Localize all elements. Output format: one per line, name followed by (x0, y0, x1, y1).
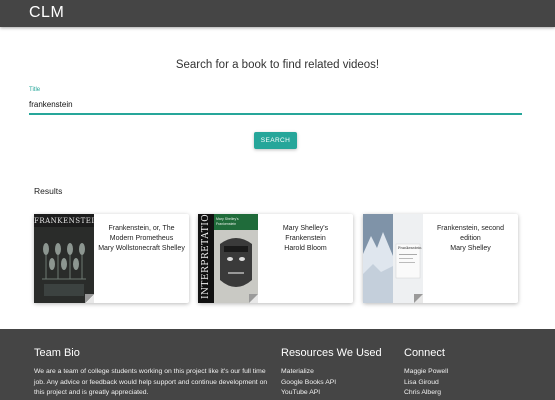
book-author: Mary Wollstonecraft Shelley (98, 245, 185, 252)
title-field-label: Title (29, 87, 41, 93)
connect-link-maggie-powell[interactable]: Maggie Powell (404, 367, 448, 378)
title-search-input[interactable] (29, 96, 522, 114)
book-cover-image: INTERPRETATIONS Mary Shelley's Frankenst… (198, 214, 258, 303)
book-title: Frankenstein, or, The Modern Prometheus (108, 225, 175, 242)
resource-link-youtube-api[interactable]: YouTube API (281, 388, 336, 399)
resource-link-google-books-api[interactable]: Google Books API (281, 378, 336, 389)
book-cover-image: FRANKENSTEIN (34, 214, 94, 303)
resource-link-materialize[interactable]: Materialize (281, 367, 336, 378)
resources-heading: Resources We Used (281, 347, 382, 359)
resources-list: Materialize Google Books API YouTube API (281, 367, 336, 399)
search-button[interactable]: SEARCH (254, 132, 297, 149)
page-curl-icon (249, 294, 258, 303)
page-headline: Search for a book to find related videos… (175, 59, 380, 71)
connect-heading: Connect (404, 347, 445, 359)
book-cover-series: INTERPRETATIONS (201, 214, 211, 299)
book-title: Mary Shelley's Frankenstein (282, 225, 329, 242)
book-cover-image: Frankenstein (363, 214, 423, 303)
results-heading: Results (34, 186, 63, 196)
connect-link-lisa-giroud[interactable]: Lisa Giroud (404, 378, 448, 389)
book-author: Harold Bloom (284, 245, 327, 252)
page-curl-icon (85, 294, 94, 303)
team-bio-text: We are a team of college students workin… (34, 368, 268, 396)
book-card-3[interactable]: Frankenstein Frankenstein, second editio… (363, 214, 518, 303)
navbar: CLM (0, 0, 555, 27)
page-curl-icon (414, 294, 423, 303)
book-card-2[interactable]: INTERPRETATIONS Mary Shelley's Frankenst… (198, 214, 353, 303)
book-cover-small-title: Mary Shelley's Frankenstein (216, 217, 239, 226)
book-title: Frankenstein, second edition (437, 225, 504, 242)
book-card-1[interactable]: FRANKENSTEIN Frankenstein, or, The Moder… (34, 214, 189, 303)
book-cover-title: Frankenstein (398, 246, 422, 250)
team-bio-heading: Team Bio (34, 347, 80, 359)
connect-list: Maggie Powell Lisa Giroud Chris Alberg (404, 367, 448, 399)
connect-link-chris-alberg[interactable]: Chris Alberg (404, 388, 448, 399)
brand-logo[interactable]: CLM (29, 4, 64, 22)
book-author: Mary Shelley (450, 245, 491, 252)
book-cover-title: FRANKENSTEIN (34, 217, 94, 225)
